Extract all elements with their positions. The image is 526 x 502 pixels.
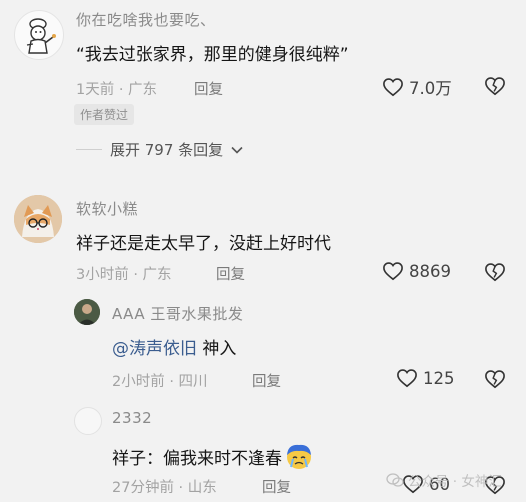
watermark-text: 公众号 · 女神汇 [408,474,502,490]
expand-replies-button[interactable]: 展开 797 条回复 [76,139,243,160]
broken-heart-icon [485,370,505,389]
reply-text-body: 祥子：偏我来时不逢春 [112,448,282,469]
comment-meta: 1天前 · 广东 [76,82,158,98]
comment-username[interactable]: 软软小糕 [76,198,138,219]
crying-emoji-icon [287,444,311,469]
heart-icon [383,262,403,281]
broken-heart-icon [485,77,505,96]
comment-item: 你在吃啥我也要吃、 “我去过张家界，那里的健身很纯粹” 1天前 · 广东 回复 … [0,0,526,165]
dislike-button[interactable] [484,262,506,286]
reply-username[interactable]: 2332 [112,409,152,427]
reply-text-body: 神入 [197,339,237,359]
comment-item: 软软小糕 祥子还是走太早了，没赶上好时代 3小时前 · 广东 回复 8869 [0,185,526,285]
reply-meta: 27分钟前 · 山东 [112,480,217,496]
heart-icon [397,369,417,388]
author-liked-badge: 作者赞过 [74,104,135,125]
like-count: 7.0万 [409,79,452,98]
mention-link[interactable]: @涛声依旧 [112,339,197,359]
dislike-button[interactable] [484,76,506,100]
comment-text: 祥子还是走太早了，没赶上好时代 [76,234,331,254]
avatar[interactable] [74,407,102,435]
dislike-button[interactable] [484,369,506,393]
like-button[interactable]: 7.0万 [382,75,452,99]
avatar[interactable] [74,299,100,325]
chevron-down-icon [231,146,243,154]
divider-line [76,149,102,150]
reply-button[interactable]: 回复 [252,370,281,391]
heart-icon [383,78,403,97]
wechat-icon [386,473,404,487]
reply-text: 祥子：偏我来时不逢春 [112,442,314,470]
avatar[interactable] [14,10,64,60]
reply-button[interactable]: 回复 [216,263,245,284]
comment-meta: 3小时前 · 广东 [76,267,172,283]
watermark: 公众号 · 女神汇 [386,470,502,490]
comment-username[interactable]: 你在吃啥我也要吃、 [76,9,216,30]
reply-button[interactable]: 回复 [194,78,223,99]
broken-heart-icon [485,263,505,282]
reply-button[interactable]: 回复 [262,476,291,497]
like-count: 8869 [409,261,451,281]
reply-text: @涛声依旧 神入 [112,334,236,359]
reply-username[interactable]: AAA 王哥水果批发 [112,303,243,324]
avatar-cat-icon [14,195,62,243]
avatar[interactable] [14,195,62,243]
like-count: 125 [423,368,455,388]
avatar-photo-icon [74,299,100,325]
like-button[interactable]: 8869 [382,261,451,281]
avatar-chef-doodle-icon [26,18,56,54]
comment-text: “我去过张家界，那里的健身很纯粹” [76,45,349,65]
reply-item: AAA 王哥水果批发 @涛声依旧 神入 2小时前 · 四川 回复 125 [0,296,526,396]
like-button[interactable]: 125 [396,368,455,388]
reply-meta: 2小时前 · 四川 [112,374,208,390]
expand-replies-label: 展开 797 条回复 [110,141,224,159]
